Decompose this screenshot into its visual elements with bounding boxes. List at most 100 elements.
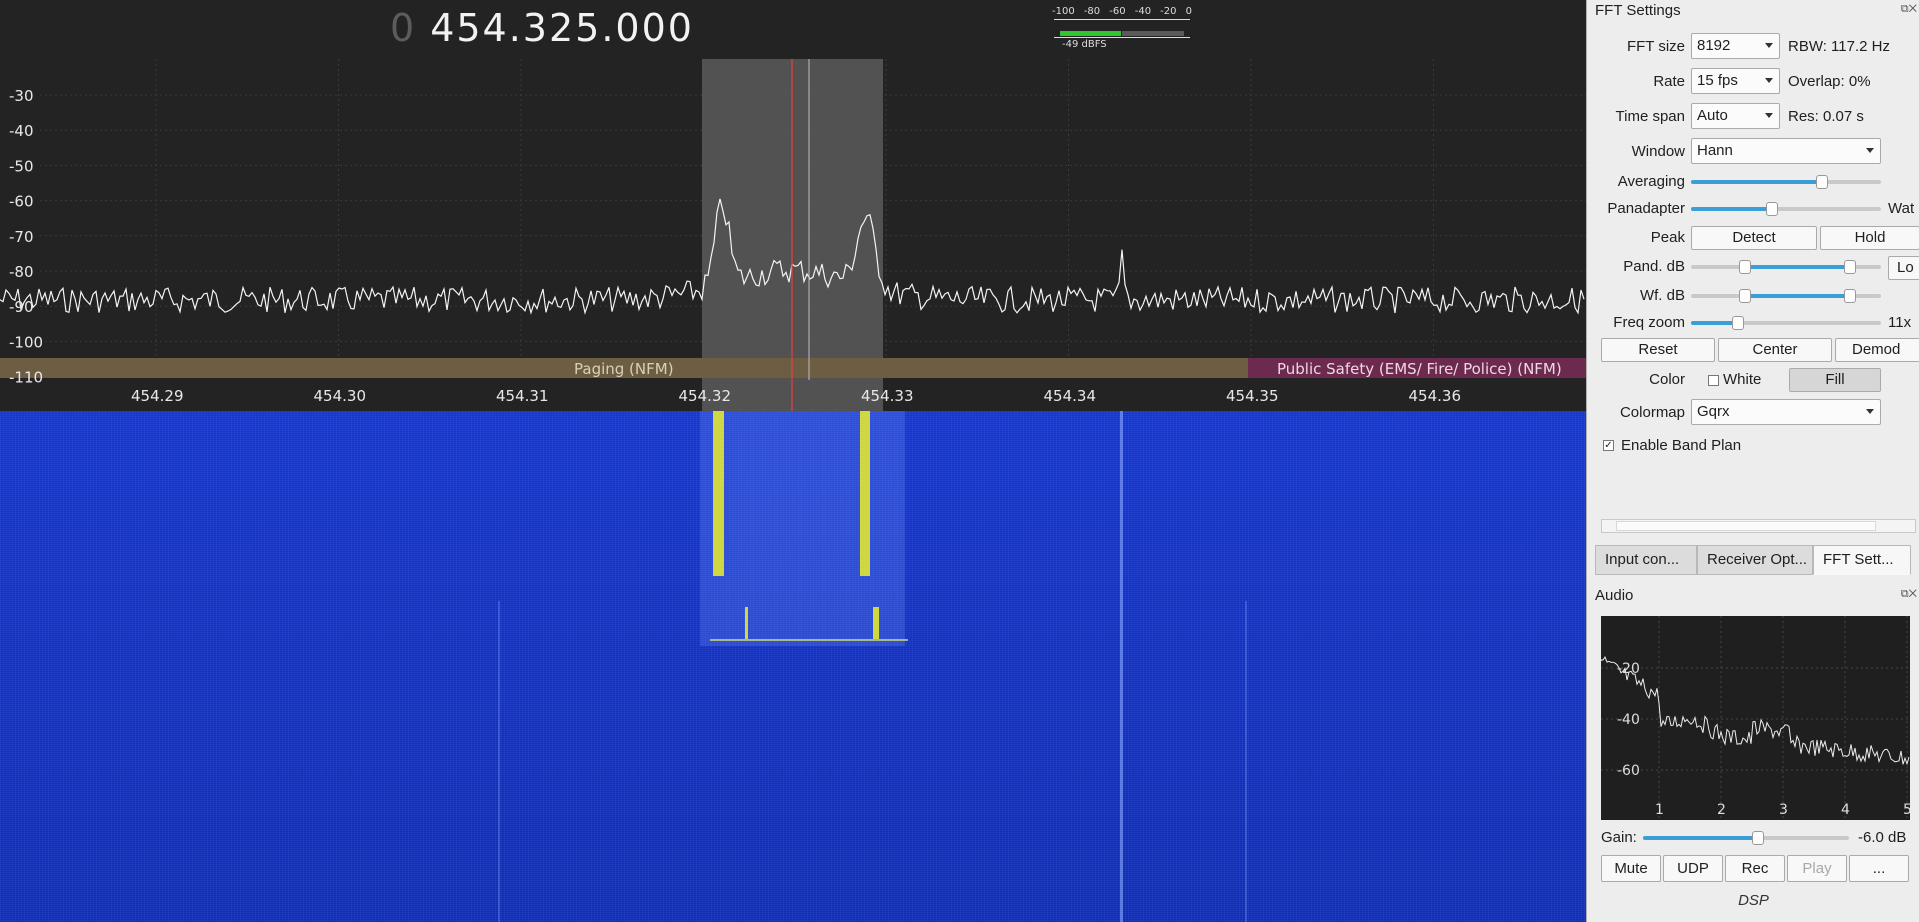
- wf-db-range-slider[interactable]: [1691, 289, 1881, 303]
- gain-label: Gain:: [1601, 829, 1637, 846]
- audio-fft-trace: [1601, 656, 1910, 766]
- timespan-select[interactable]: Auto: [1691, 103, 1780, 129]
- audio-x-tick-label: 2: [1717, 802, 1726, 818]
- signal-level-label: -49 dBFS: [1062, 39, 1107, 50]
- res-text: Res: 0.07 s: [1788, 108, 1864, 125]
- audio-x-tick-label: 5: [1903, 802, 1910, 818]
- x-tick-label: 454.33: [861, 387, 914, 405]
- freq-zoom-slider[interactable]: [1691, 316, 1881, 330]
- y-tick-label: -70: [9, 228, 34, 246]
- y-tick-label: -110: [9, 369, 43, 387]
- meter-tick-label: 0: [1185, 6, 1192, 17]
- spectrum-panel[interactable]: Paging (NFM) Public Safety (EMS/ Fire/ P…: [0, 0, 1586, 411]
- gqrx-window: Paging (NFM) Public Safety (EMS/ Fire/ P…: [0, 0, 1919, 922]
- timespan-label: Time span: [1615, 108, 1685, 125]
- reset-button[interactable]: Reset: [1601, 338, 1715, 362]
- frequency-readout[interactable]: 0 454.325.000: [390, 6, 694, 50]
- white-checkbox[interactable]: [1708, 375, 1719, 386]
- audio-title: Audio: [1595, 587, 1634, 604]
- gain-slider[interactable]: [1643, 831, 1849, 845]
- x-tick-label: 454.34: [1044, 387, 1097, 405]
- frequency-lead-digit[interactable]: 0: [390, 6, 416, 50]
- y-tick-label: -80: [9, 263, 34, 281]
- y-tick-label: -90: [9, 298, 34, 316]
- x-tick-label: 454.35: [1226, 387, 1279, 405]
- chevron-down-icon: [1765, 113, 1773, 118]
- frequency-value[interactable]: 454.325.000: [430, 6, 694, 50]
- tab-fft-settings[interactable]: FFT Sett...: [1813, 545, 1911, 575]
- udp-button[interactable]: UDP: [1663, 855, 1723, 882]
- overlap-text: Overlap: 0%: [1788, 73, 1871, 90]
- x-tick-label: 454.31: [496, 387, 549, 405]
- meter-tick-label: -100: [1052, 6, 1075, 17]
- colormap-label: Colormap: [1619, 404, 1685, 421]
- rate-label: Rate: [1653, 73, 1685, 90]
- more-button[interactable]: ...: [1849, 855, 1909, 882]
- x-tick-label: 454.29: [131, 387, 184, 405]
- chevron-down-icon: [1866, 409, 1874, 414]
- fft-settings-title: FFT Settings: [1595, 2, 1681, 19]
- tab-input-controls[interactable]: Input con...: [1595, 545, 1697, 575]
- gain-value: -6.0 dB: [1858, 829, 1907, 846]
- x-tick-label: 454.36: [1409, 387, 1462, 405]
- mute-button[interactable]: Mute: [1601, 855, 1661, 882]
- y-tick-label: -50: [9, 157, 34, 175]
- spectrum-plotter[interactable]: Paging (NFM) Public Safety (EMS/ Fire/ P…: [0, 0, 1586, 922]
- chevron-down-icon: [1765, 43, 1773, 48]
- x-tick-label: 454.30: [314, 387, 367, 405]
- center-button[interactable]: Center: [1718, 338, 1832, 362]
- audio-y-tick-label: -20: [1617, 661, 1640, 677]
- white-label: White: [1723, 371, 1762, 388]
- dock-float-close-icon[interactable]: ⧉✕: [1901, 3, 1917, 16]
- freq-zoom-value: 11x: [1888, 314, 1912, 331]
- y-tick-label: -40: [9, 122, 34, 140]
- tab-receiver-options[interactable]: Receiver Opt...: [1697, 545, 1813, 575]
- audio-float-close-icon[interactable]: ⧉✕: [1901, 588, 1917, 601]
- peak-hold-button[interactable]: Hold: [1820, 226, 1919, 250]
- audio-y-tick-label: -60: [1617, 763, 1640, 779]
- peak-detect-button[interactable]: Detect: [1691, 226, 1817, 250]
- averaging-slider[interactable]: [1691, 175, 1881, 189]
- x-tick-label: 454.32: [679, 387, 732, 405]
- play-button[interactable]: Play: [1787, 855, 1847, 882]
- fill-toggle-button[interactable]: Fill: [1789, 368, 1881, 392]
- rbw-text: RBW: 117.2 Hz: [1788, 38, 1890, 55]
- demod-button[interactable]: Demod: [1835, 338, 1919, 362]
- audio-fft-plot[interactable]: -20 -40 -60 1 2 3 4 5: [1601, 616, 1910, 820]
- colormap-select[interactable]: Gqrx: [1691, 399, 1881, 425]
- fft-size-select[interactable]: 8192: [1691, 33, 1780, 59]
- audio-x-tick-label: 3: [1779, 802, 1788, 818]
- meter-tick-label: -60: [1109, 6, 1126, 17]
- audio-x-tick-label: 4: [1841, 802, 1850, 818]
- peak-label: Peak: [1650, 229, 1685, 246]
- horizontal-scrollbar[interactable]: [1601, 519, 1916, 533]
- panadapter-side-text: Wat: [1888, 200, 1915, 217]
- y-tick-label: -100: [9, 333, 43, 351]
- y-tick-label: -60: [9, 193, 34, 211]
- meter-tick-label: -80: [1083, 6, 1101, 17]
- band-plan-label: Enable Band Plan: [1621, 437, 1742, 454]
- averaging-label: Averaging: [1617, 173, 1685, 190]
- side-dock: FFT Settings ⧉✕ FFT size 8192 RBW: 117.2…: [1586, 0, 1919, 922]
- signal-meter: -100 -80 -60 -40 -20 0 -49 dBFS: [1052, 6, 1192, 50]
- pand-db-lock-button[interactable]: Lo: [1888, 256, 1919, 280]
- rec-button[interactable]: Rec: [1725, 855, 1785, 882]
- rate-select[interactable]: 15 fps: [1691, 68, 1780, 94]
- panadapter-label: Panadapter: [1607, 200, 1685, 217]
- fft-size-label: FFT size: [1626, 38, 1685, 55]
- band-plan-checkbox[interactable]: ✓: [1603, 440, 1614, 451]
- signal-level-bar: [1060, 31, 1121, 36]
- wf-db-label: Wf. dB: [1639, 287, 1685, 304]
- meter-tick-label: -20: [1160, 6, 1177, 17]
- color-label: Color: [1649, 371, 1685, 388]
- window-select[interactable]: Hann: [1691, 138, 1881, 164]
- y-tick-label: -30: [9, 87, 34, 105]
- band-public-safety-label: Public Safety (EMS/ Fire/ Police) (NFM): [1277, 360, 1562, 378]
- freq-zoom-label: Freq zoom: [1613, 314, 1685, 331]
- chevron-down-icon: [1866, 148, 1874, 153]
- panadapter-slider[interactable]: [1691, 202, 1881, 216]
- dsp-label: DSP: [1738, 892, 1769, 909]
- pand-db-range-slider[interactable]: [1691, 260, 1881, 274]
- waterfall[interactable]: [0, 411, 1586, 922]
- pand-db-label: Pand. dB: [1623, 258, 1685, 275]
